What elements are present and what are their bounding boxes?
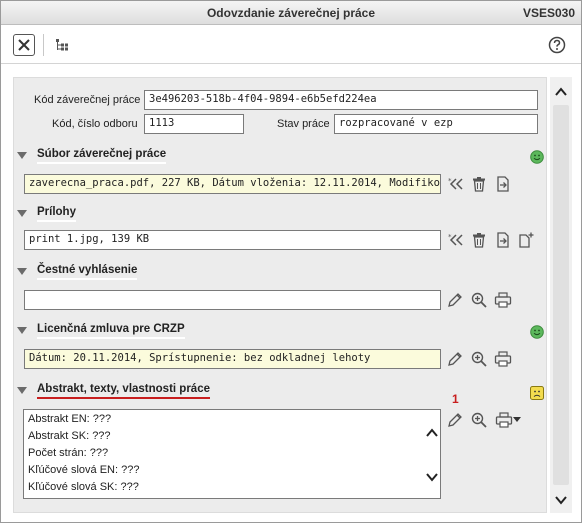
file-export-icon bbox=[497, 232, 509, 248]
section-abstrakt-header[interactable]: Abstrakt, texty, vlastnosti práce bbox=[13, 381, 547, 401]
title-bar: Odovzdanie záverečnej práce VSES030 bbox=[1, 1, 581, 25]
list-item: Abstrakt EN: ??? bbox=[28, 413, 112, 425]
textlist-scrollbar[interactable] bbox=[424, 410, 440, 498]
abstrakt-textlist[interactable]: Abstrakt EN: ??? Abstrakt SK: ??? Počet … bbox=[23, 409, 441, 499]
help-button[interactable] bbox=[547, 35, 567, 55]
trash-icon bbox=[473, 233, 485, 248]
section-subor-title: Súbor záverečnej práce bbox=[37, 148, 167, 164]
printer-icon bbox=[495, 412, 513, 428]
list-item: Počet strán: ??? bbox=[28, 447, 109, 459]
scroll-up-icon[interactable] bbox=[425, 426, 439, 440]
unlink-button[interactable]: * bbox=[447, 231, 465, 249]
dialog-window: Odovzdanie záverečnej práce VSES030 Kód … bbox=[0, 0, 582, 523]
collapse-arrow-icon[interactable] bbox=[17, 327, 27, 334]
export-button[interactable] bbox=[494, 175, 512, 193]
list-item: Kľúčové slová SK: ??? bbox=[28, 481, 139, 493]
section-cestne-header[interactable]: Čestné vyhlásenie bbox=[13, 262, 547, 282]
help-question-icon bbox=[548, 36, 566, 54]
window-code: VSES030 bbox=[522, 6, 575, 20]
stav-field[interactable]: rozpracované v ezp bbox=[334, 114, 538, 134]
printer-icon bbox=[494, 351, 512, 367]
tree-structure-icon bbox=[56, 39, 68, 51]
section-prilohy-title: Prílohy bbox=[37, 206, 76, 222]
double-chevron-left-icon: * bbox=[448, 233, 463, 246]
vertical-scrollbar[interactable] bbox=[550, 77, 572, 513]
print-button[interactable] bbox=[494, 350, 512, 368]
window-title: Odovzdanie záverečnej práce bbox=[206, 6, 376, 20]
subor-field[interactable]: zaverecna_praca.pdf, 227 KB, Dátum vlože… bbox=[24, 174, 441, 194]
printer-icon bbox=[494, 292, 512, 308]
edit-button[interactable] bbox=[446, 411, 464, 429]
odbor-field[interactable]: 1113 bbox=[144, 114, 244, 134]
scroll-up-icon[interactable] bbox=[554, 85, 568, 99]
magnifier-plus-icon bbox=[471, 292, 487, 308]
kod-label: Kód záverečnej práce bbox=[34, 94, 141, 106]
delete-button[interactable] bbox=[470, 175, 488, 193]
scroll-down-icon[interactable] bbox=[425, 470, 439, 484]
section-abstrakt-title: Abstrakt, texty, vlastnosti práce bbox=[37, 383, 210, 399]
unlink-button[interactable]: * bbox=[447, 175, 465, 193]
section-prilohy-header[interactable]: Prílohy bbox=[13, 204, 547, 224]
toolbar bbox=[1, 26, 581, 64]
licencna-field[interactable]: Dátum: 20.11.2014, Sprístupnenie: bez od… bbox=[24, 349, 441, 369]
trash-icon bbox=[473, 177, 485, 192]
green-smiley-icon bbox=[530, 325, 544, 339]
kod-field[interactable]: 3e496203-518b-4f04-9894-e6b5efd224ea bbox=[144, 90, 538, 110]
list-item: Abstrakt SK: ??? bbox=[28, 430, 111, 442]
dropdown-caret-icon bbox=[513, 417, 521, 422]
edit-button[interactable] bbox=[446, 291, 464, 309]
add-file-button[interactable] bbox=[517, 231, 535, 249]
odbor-label: Kód, číslo odboru bbox=[52, 118, 138, 130]
collapse-arrow-icon[interactable] bbox=[17, 387, 27, 394]
toolbar-separator bbox=[43, 34, 44, 56]
collapse-arrow-icon[interactable] bbox=[17, 152, 27, 159]
zoom-button[interactable] bbox=[470, 411, 488, 429]
zoom-button[interactable] bbox=[470, 291, 488, 309]
double-chevron-left-icon: * bbox=[448, 177, 463, 190]
section-subor-header[interactable]: Súbor záverečnej práce bbox=[13, 146, 547, 166]
cestne-field[interactable] bbox=[24, 290, 441, 310]
collapse-arrow-icon[interactable] bbox=[17, 210, 27, 217]
close-x-icon bbox=[18, 39, 30, 51]
magnifier-plus-icon bbox=[471, 351, 487, 367]
sad-face-icon bbox=[530, 386, 544, 400]
prilohy-field[interactable]: print 1.jpg, 139 KB bbox=[24, 230, 441, 250]
tree-structure-button[interactable] bbox=[53, 36, 71, 54]
collapse-arrow-icon[interactable] bbox=[17, 268, 27, 275]
pencil-icon bbox=[448, 352, 462, 366]
stav-label: Stav práce bbox=[277, 118, 330, 130]
pencil-icon bbox=[448, 293, 462, 307]
svg-text:*: * bbox=[448, 177, 452, 185]
file-add-icon bbox=[519, 232, 534, 248]
section-cestne-title: Čestné vyhlásenie bbox=[37, 264, 138, 280]
delete-button[interactable] bbox=[470, 231, 488, 249]
magnifier-plus-icon bbox=[471, 412, 487, 428]
zoom-button[interactable] bbox=[470, 350, 488, 368]
pencil-icon bbox=[448, 413, 462, 427]
section-licencna-header[interactable]: Licenčná zmluva pre CRZP bbox=[13, 321, 547, 341]
scroll-down-icon[interactable] bbox=[554, 493, 568, 507]
file-export-icon bbox=[497, 176, 509, 192]
green-smiley-icon bbox=[530, 150, 544, 164]
svg-text:*: * bbox=[448, 233, 452, 241]
scrollbar-track[interactable] bbox=[553, 105, 569, 485]
list-item: Kľúčové slová EN: ??? bbox=[28, 464, 140, 476]
print-button[interactable] bbox=[494, 291, 512, 309]
section-licencna-title: Licenčná zmluva pre CRZP bbox=[37, 323, 185, 339]
annotation-marker: 1 bbox=[452, 392, 459, 406]
export-button[interactable] bbox=[494, 231, 512, 249]
print-menu-button[interactable] bbox=[494, 411, 522, 429]
edit-button[interactable] bbox=[446, 350, 464, 368]
close-button[interactable] bbox=[13, 34, 35, 56]
